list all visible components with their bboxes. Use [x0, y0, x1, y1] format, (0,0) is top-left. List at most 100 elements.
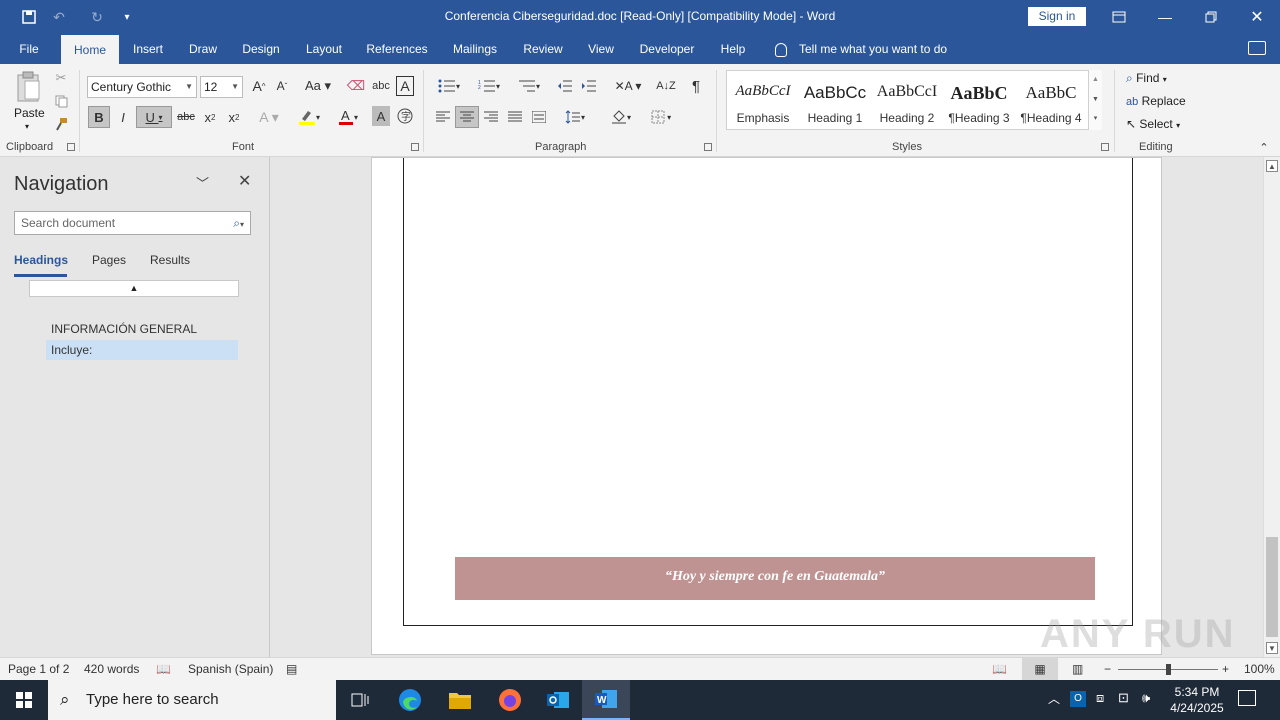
show-formatting-marks-icon[interactable]: ¶ — [686, 76, 706, 96]
file-explorer-icon[interactable] — [436, 680, 484, 720]
tab-headings[interactable]: Headings — [14, 253, 68, 267]
task-view-icon[interactable] — [336, 680, 384, 720]
decrease-indent-icon[interactable] — [555, 76, 575, 96]
borders-icon[interactable]: ▾ — [644, 106, 678, 128]
zoom-level[interactable]: 100% — [1244, 662, 1275, 676]
tab-layout[interactable]: Layout — [298, 34, 350, 64]
character-shading-icon[interactable]: A — [372, 106, 390, 126]
align-center-icon[interactable] — [455, 106, 479, 128]
change-case-icon[interactable]: Aa ▾ — [301, 76, 335, 96]
read-mode-icon[interactable]: 📖 — [992, 662, 1007, 676]
numbering-icon[interactable]: 1 2 ▾ — [472, 76, 506, 96]
page-count[interactable]: Page 1 of 2 — [8, 662, 69, 676]
macro-recording-icon[interactable]: ▤ — [286, 662, 297, 676]
tab-view[interactable]: View — [582, 34, 620, 64]
underline-button[interactable]: U ▾ — [136, 106, 172, 128]
zoom-in-icon[interactable]: + — [1222, 662, 1229, 676]
ribbon-display-options-icon[interactable] — [1096, 0, 1142, 34]
font-family-combo[interactable]: Century Gothic ▼ — [87, 76, 197, 98]
zoom-out-icon[interactable]: − — [1104, 662, 1111, 676]
network-icon[interactable]: ⊡ — [1118, 690, 1129, 706]
distributed-icon[interactable] — [529, 106, 549, 128]
align-right-icon[interactable] — [481, 106, 501, 128]
font-color-icon[interactable]: A ▾ — [332, 106, 364, 128]
subscript-button[interactable]: x2 — [200, 106, 220, 128]
proofing-icon[interactable]: 📖 — [156, 662, 171, 676]
multilevel-list-icon[interactable]: ▾ — [512, 76, 546, 96]
superscript-button[interactable]: x2 — [224, 106, 244, 128]
highlight-color-icon[interactable]: ▾ — [292, 106, 326, 128]
chevron-up-icon[interactable]: ︿ — [1048, 690, 1060, 707]
scroll-up-icon[interactable]: ▲ — [1266, 160, 1278, 172]
vertical-scrollbar[interactable]: ▲ ▼ — [1263, 157, 1280, 657]
more-styles-icon[interactable]: ▾ — [1089, 110, 1102, 128]
search-icon[interactable]: ⌕▾ — [233, 212, 244, 236]
web-layout-icon[interactable]: ▥ — [1072, 662, 1083, 676]
close-icon[interactable]: ✕ — [238, 171, 251, 191]
bold-button[interactable]: B — [88, 106, 110, 128]
increase-indent-icon[interactable] — [579, 76, 599, 96]
scroll-down-icon[interactable]: ▼ — [1089, 90, 1102, 110]
tab-review[interactable]: Review — [518, 34, 568, 64]
outlook-icon[interactable] — [534, 680, 582, 720]
tab-developer[interactable]: Developer — [634, 34, 700, 64]
bullets-icon[interactable]: ▾ — [432, 76, 466, 96]
scroll-down-icon[interactable]: ▼ — [1266, 642, 1278, 654]
sort-icon[interactable]: A↓Z — [656, 76, 676, 96]
tab-insert[interactable]: Insert — [126, 34, 170, 64]
tab-home[interactable]: Home — [61, 35, 119, 65]
grow-font-icon[interactable]: A ^ — [250, 76, 268, 96]
volume-icon[interactable]: 🕪 — [1142, 690, 1150, 706]
tell-me-search[interactable]: Tell me what you want to do — [775, 34, 947, 64]
close-icon[interactable]: ✕ — [1234, 0, 1280, 34]
styles-scroll[interactable]: ▲ ▼ ▾ — [1088, 70, 1102, 130]
character-border-icon[interactable]: A — [396, 76, 414, 96]
notifications-icon[interactable] — [1238, 690, 1256, 706]
document-page[interactable]: “Hoy y siempre con fe en Guatemala” — [371, 157, 1162, 655]
nav-heading-item[interactable]: Incluye: — [46, 340, 238, 360]
asian-layout-icon[interactable]: ✕A ▾ — [612, 76, 644, 96]
sign-in-button[interactable]: Sign in — [1028, 7, 1086, 26]
tab-references[interactable]: References — [362, 34, 432, 64]
comments-icon[interactable] — [1248, 41, 1266, 55]
format-painter-icon[interactable] — [53, 116, 69, 132]
chevron-down-icon[interactable]: ﹀ — [196, 173, 209, 192]
enclose-characters-icon[interactable]: 字 — [396, 106, 414, 126]
line-spacing-icon[interactable]: ▾ — [558, 106, 592, 128]
justify-icon[interactable] — [505, 106, 525, 128]
minimize-icon[interactable]: — — [1142, 0, 1188, 34]
document-area[interactable]: “Hoy y siempre con fe en Guatemala” — [271, 157, 1263, 657]
edge-icon[interactable] — [386, 680, 434, 720]
print-layout-icon[interactable]: ▦ — [1022, 658, 1058, 680]
tab-help[interactable]: Help — [714, 34, 752, 64]
replace-button[interactable]: ab Replace — [1126, 94, 1186, 108]
search-document-input[interactable]: Search document ⌕▾ — [14, 211, 251, 235]
styles-launcher-icon[interactable] — [1101, 143, 1109, 151]
find-button[interactable]: ⌕ Find ▾ — [1126, 71, 1167, 86]
style-heading-2[interactable]: AaBbCcI Heading 2 — [871, 71, 943, 129]
style-heading-4[interactable]: AaBbC ¶Heading 4 — [1015, 71, 1087, 129]
clock[interactable]: 5:34 PM 4/24/2025 — [1160, 684, 1234, 716]
word-icon[interactable]: W — [582, 680, 630, 720]
paste-icon[interactable] — [14, 70, 44, 104]
restore-icon[interactable] — [1188, 0, 1234, 34]
footer-banner[interactable]: “Hoy y siempre con fe en Guatemala” — [455, 557, 1095, 600]
font-size-combo[interactable]: 12 ▼ — [200, 76, 243, 98]
tab-file[interactable]: File — [10, 34, 48, 64]
paragraph-launcher-icon[interactable] — [704, 143, 712, 151]
language-indicator[interactable]: Spanish (Spain) — [188, 662, 273, 676]
align-left-icon[interactable] — [433, 106, 453, 128]
tab-pages[interactable]: Pages — [92, 253, 126, 267]
tab-draw[interactable]: Draw — [182, 34, 224, 64]
cut-icon[interactable]: ✂ — [53, 70, 69, 86]
font-launcher-icon[interactable] — [411, 143, 419, 151]
windows-start-icon[interactable] — [0, 680, 48, 720]
outlook-tray-icon[interactable]: O — [1070, 691, 1086, 707]
phonetic-guide-icon[interactable]: abc — [371, 76, 391, 96]
clear-formatting-icon[interactable]: ⌫ — [346, 76, 366, 96]
meet-now-icon[interactable]: ⧈ — [1096, 690, 1104, 706]
tab-mailings[interactable]: Mailings — [446, 34, 504, 64]
select-button[interactable]: ↖ Select ▾ — [1126, 117, 1180, 131]
copy-icon[interactable] — [53, 93, 69, 109]
style-heading-3[interactable]: AaBbC ¶Heading 3 — [943, 71, 1015, 129]
